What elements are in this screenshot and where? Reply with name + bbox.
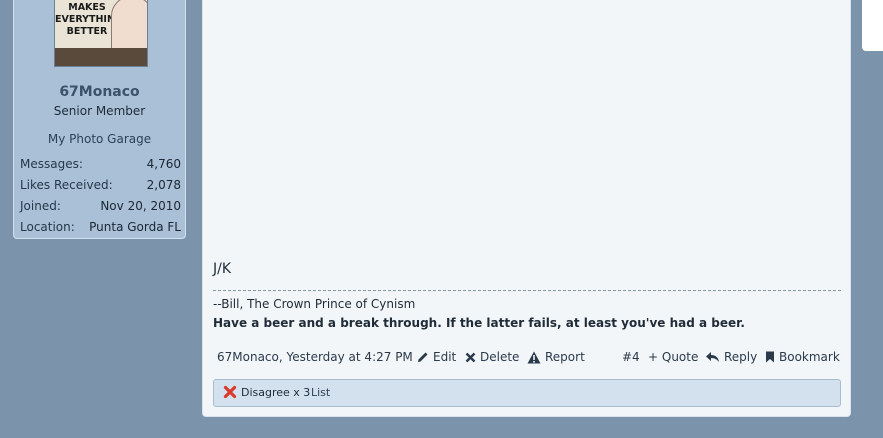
reaction-list-link[interactable]: List — [311, 380, 330, 406]
disagree-icon — [223, 385, 237, 399]
post-text: J/K — [213, 261, 232, 277]
stat-label: Location: — [20, 220, 75, 234]
signature-divider — [213, 290, 841, 291]
stat-label: Joined: — [20, 199, 61, 213]
stat-joined: Joined: Nov 20, 2010 — [20, 196, 181, 216]
reply-button[interactable]: Reply — [705, 348, 757, 366]
signature-line-1: --Bill, The Crown Prince of Cynism — [213, 297, 416, 311]
post-number-link[interactable]: #4 — [622, 348, 640, 366]
bookmark-label: Bookmark — [779, 350, 840, 364]
bookmark-icon — [766, 351, 774, 363]
delete-label: Delete — [480, 350, 520, 364]
avatar-caption: MAKES EVERYTHING BETTER — [55, 2, 123, 37]
stat-label: Likes Received: — [20, 178, 113, 192]
post-body: J/K --Bill, The Crown Prince of Cynism H… — [202, 0, 851, 417]
stat-location: Location: Punta Gorda FL — [20, 217, 181, 237]
warning-icon — [527, 351, 541, 363]
stat-value: Punta Gorda FL — [89, 220, 181, 234]
reactions-bar: Disagree x 3 List — [213, 379, 841, 407]
x-icon — [465, 352, 476, 362]
edit-button[interactable]: Edit — [417, 348, 456, 366]
reply-icon — [706, 352, 719, 362]
stat-likes: Likes Received: 2,078 — [20, 175, 181, 195]
stat-label: Messages: — [20, 157, 83, 171]
report-button[interactable]: Report — [527, 348, 585, 366]
user-card: MAKES EVERYTHING BETTER 67Monaco Senior … — [13, 0, 186, 239]
stat-value: 4,760 — [146, 157, 181, 171]
username[interactable]: 67Monaco — [14, 84, 185, 100]
quote-button[interactable]: + Quote — [648, 348, 698, 366]
right-panel — [862, 0, 883, 51]
delete-button[interactable]: Delete — [465, 348, 519, 366]
signature-line-2: Have a beer and a break through. If the … — [213, 316, 745, 330]
stat-value: 2,078 — [146, 178, 181, 192]
avatar-frame — [55, 48, 147, 66]
post-author-time-link[interactable]: 67Monaco, Yesterday at 4:27 PM — [217, 348, 413, 366]
reaction-summary[interactable]: Disagree x 3 — [241, 380, 310, 406]
reply-label: Reply — [724, 350, 758, 364]
stat-messages: Messages: 4,760 — [20, 154, 181, 174]
pencil-icon — [418, 352, 428, 362]
report-label: Report — [545, 350, 585, 364]
edit-label: Edit — [433, 350, 457, 364]
stat-value: Nov 20, 2010 — [100, 199, 181, 213]
post-footer: 67Monaco, Yesterday at 4:27 PM Edit Dele… — [217, 348, 840, 366]
photo-garage-link[interactable]: My Photo Garage — [14, 132, 185, 146]
user-title: Senior Member — [53, 104, 146, 118]
bookmark-button[interactable]: Bookmark — [765, 348, 840, 366]
avatar[interactable]: MAKES EVERYTHING BETTER — [54, 0, 148, 67]
